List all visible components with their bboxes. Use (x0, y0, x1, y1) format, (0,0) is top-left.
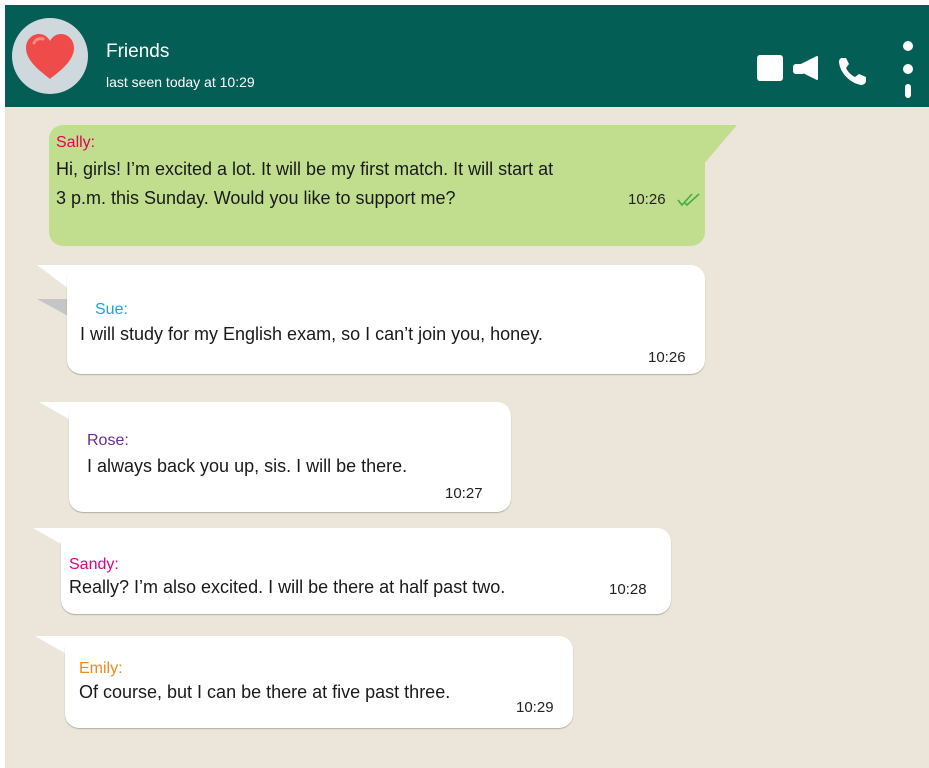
phone-icon[interactable] (837, 55, 869, 87)
more-vert-icon[interactable] (902, 40, 914, 102)
message-time: 10:29 (516, 699, 554, 716)
message-text: I always back you up, sis. I will be the… (87, 456, 408, 476)
message-text: Hi, girls! I’m excited a lot. It will be… (56, 159, 554, 179)
message-time: 10:27 (445, 485, 483, 502)
message-sender: Sue: (95, 301, 128, 318)
message-time: 10:26 (628, 191, 666, 208)
avatar[interactable] (12, 18, 88, 94)
heart-icon (26, 34, 74, 79)
video-call-icon[interactable] (757, 55, 829, 83)
message-time: 10:28 (609, 581, 647, 598)
message-time: 10:26 (648, 349, 686, 366)
message-text: 3 p.m. this Sunday. Would you like to su… (56, 188, 456, 208)
message-text: I will study for my English exam, so I c… (80, 324, 543, 344)
message-sender: Emily: (79, 660, 123, 677)
message-text: Really? I’m also excited. I will be ther… (69, 577, 506, 597)
read-ticks-icon (677, 193, 700, 207)
message-text: Of course, but I can be there at five pa… (79, 682, 451, 702)
chat-header: Friends last seen today at 10:29 (5, 5, 929, 107)
chat-title: Friends (106, 41, 170, 62)
message-sender: Sandy: (69, 556, 119, 573)
chat-window: Friends last seen today at 10:29 Sally: … (5, 5, 929, 768)
chat-status: last seen today at 10:29 (106, 74, 255, 90)
message-sender: Sally: (56, 134, 96, 151)
message-sender: Rose: (87, 432, 129, 449)
